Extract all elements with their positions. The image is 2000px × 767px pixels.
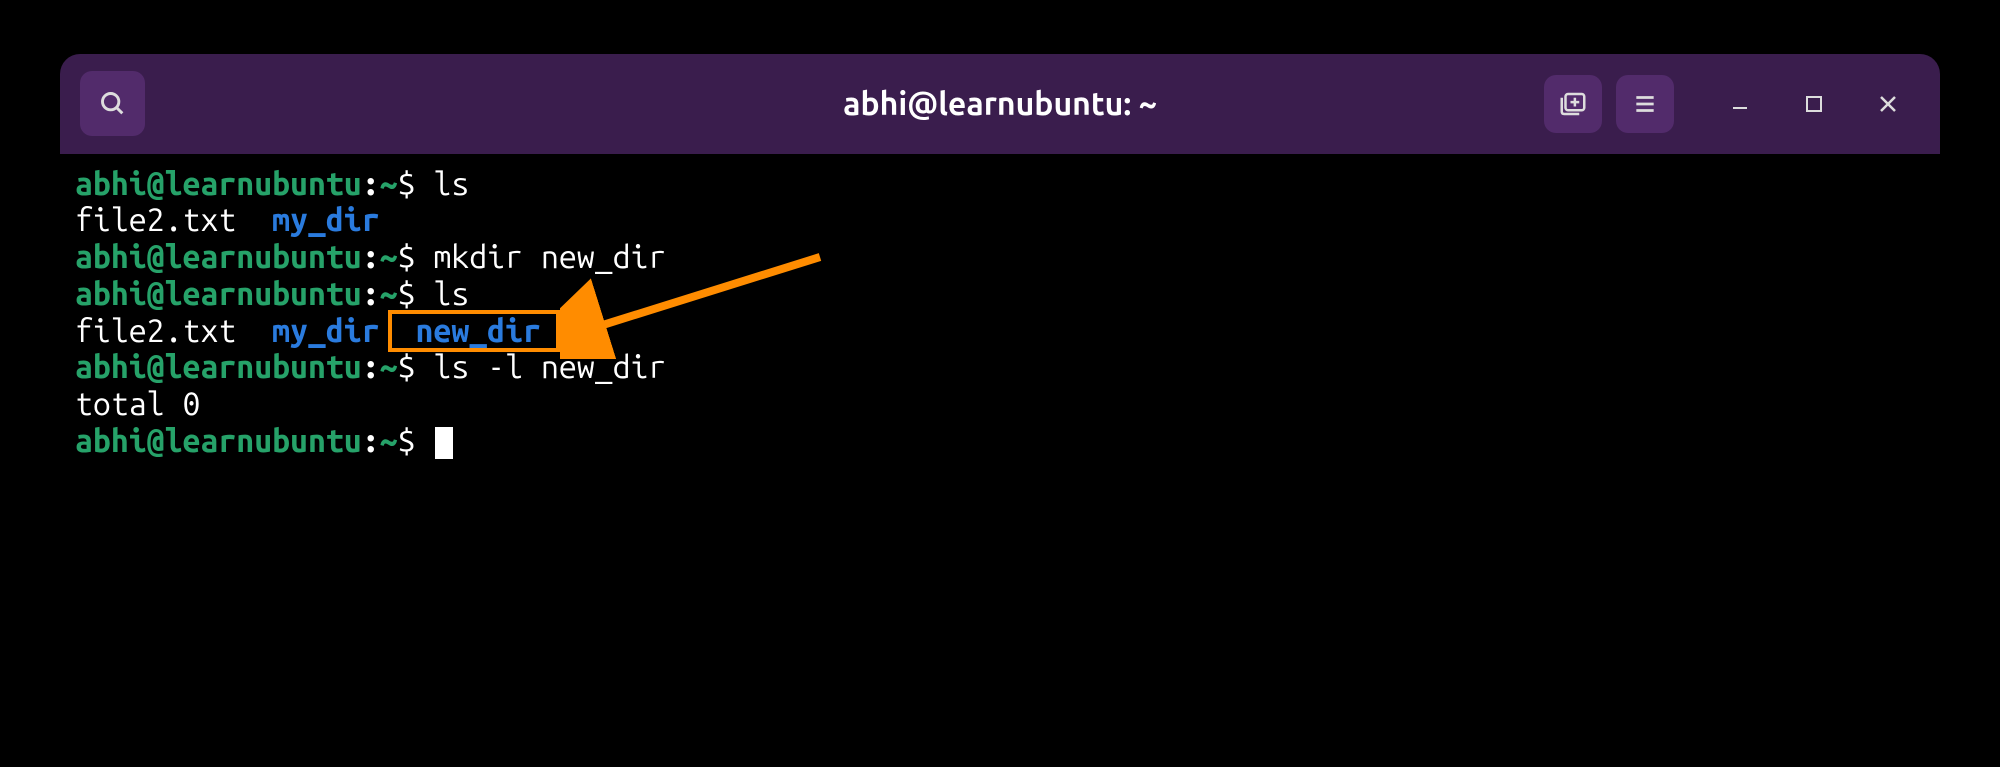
dir-entry: my_dir	[272, 202, 380, 238]
terminal-line: abhi@learnubuntu:~$ mkdir new_dir	[75, 239, 1925, 276]
titlebar: abhi@learnubuntu: ~	[60, 54, 1940, 154]
search-icon	[99, 90, 127, 118]
maximize-icon	[1805, 95, 1823, 113]
output-text: total 0	[75, 386, 200, 422]
terminal-line: abhi@learnubuntu:~$ ls -l new_dir	[75, 349, 1925, 386]
command-text: ls	[416, 276, 470, 312]
hamburger-icon	[1632, 91, 1658, 117]
prompt-path: ~	[380, 349, 398, 385]
terminal-line: abhi@learnubuntu:~$ ls	[75, 276, 1925, 313]
prompt-user: abhi@learnubuntu	[75, 166, 362, 202]
prompt-dollar: $	[398, 239, 416, 275]
prompt-sep: :	[362, 166, 380, 202]
prompt-sep: :	[362, 276, 380, 312]
prompt-sep: :	[362, 239, 380, 275]
terminal-line: abhi@learnubuntu:~$ ls	[75, 166, 1925, 203]
command-text: ls -l new_dir	[416, 349, 667, 385]
terminal-line: abhi@learnubuntu:~$	[75, 423, 1925, 460]
terminal-line: file2.txt my_dir	[75, 202, 1925, 239]
command-text: mkdir new_dir	[416, 239, 667, 275]
terminal-window: abhi@learnubuntu: ~	[60, 54, 1940, 714]
dir-entry-highlighted: new_dir	[416, 313, 541, 349]
minimize-icon	[1730, 94, 1750, 114]
prompt-path: ~	[380, 423, 398, 459]
new-tab-icon	[1558, 89, 1588, 119]
prompt-user: abhi@learnubuntu	[75, 276, 362, 312]
close-icon	[1878, 94, 1898, 114]
terminal-body[interactable]: abhi@learnubuntu:~$ ls file2.txt my_dir …	[60, 154, 1940, 472]
prompt-sep: :	[362, 423, 380, 459]
prompt-sep: :	[362, 349, 380, 385]
window-title: abhi@learnubuntu: ~	[843, 86, 1157, 122]
dir-entry: my_dir	[272, 313, 380, 349]
terminal-line: file2.txt my_dir new_dir	[75, 313, 1925, 350]
prompt-user: abhi@learnubuntu	[75, 239, 362, 275]
prompt-dollar: $	[398, 276, 416, 312]
prompt-path: ~	[380, 239, 398, 275]
file-entry: file2.txt	[75, 202, 236, 238]
terminal-line: total 0	[75, 386, 1925, 423]
maximize-button[interactable]	[1802, 92, 1826, 116]
cursor	[435, 427, 453, 459]
close-button[interactable]	[1876, 92, 1900, 116]
prompt-dollar: $	[398, 166, 416, 202]
prompt-dollar: $	[398, 349, 416, 385]
minimize-button[interactable]	[1728, 92, 1752, 116]
file-entry: file2.txt	[75, 313, 236, 349]
command-text: ls	[416, 166, 470, 202]
prompt-user: abhi@learnubuntu	[75, 349, 362, 385]
titlebar-right	[1544, 75, 1920, 133]
command-text	[416, 423, 434, 459]
prompt-dollar: $	[398, 423, 416, 459]
prompt-path: ~	[380, 166, 398, 202]
menu-button[interactable]	[1616, 75, 1674, 133]
search-button[interactable]	[80, 71, 145, 136]
new-tab-button[interactable]	[1544, 75, 1602, 133]
window-controls	[1728, 92, 1900, 116]
prompt-user: abhi@learnubuntu	[75, 423, 362, 459]
prompt-path: ~	[380, 276, 398, 312]
